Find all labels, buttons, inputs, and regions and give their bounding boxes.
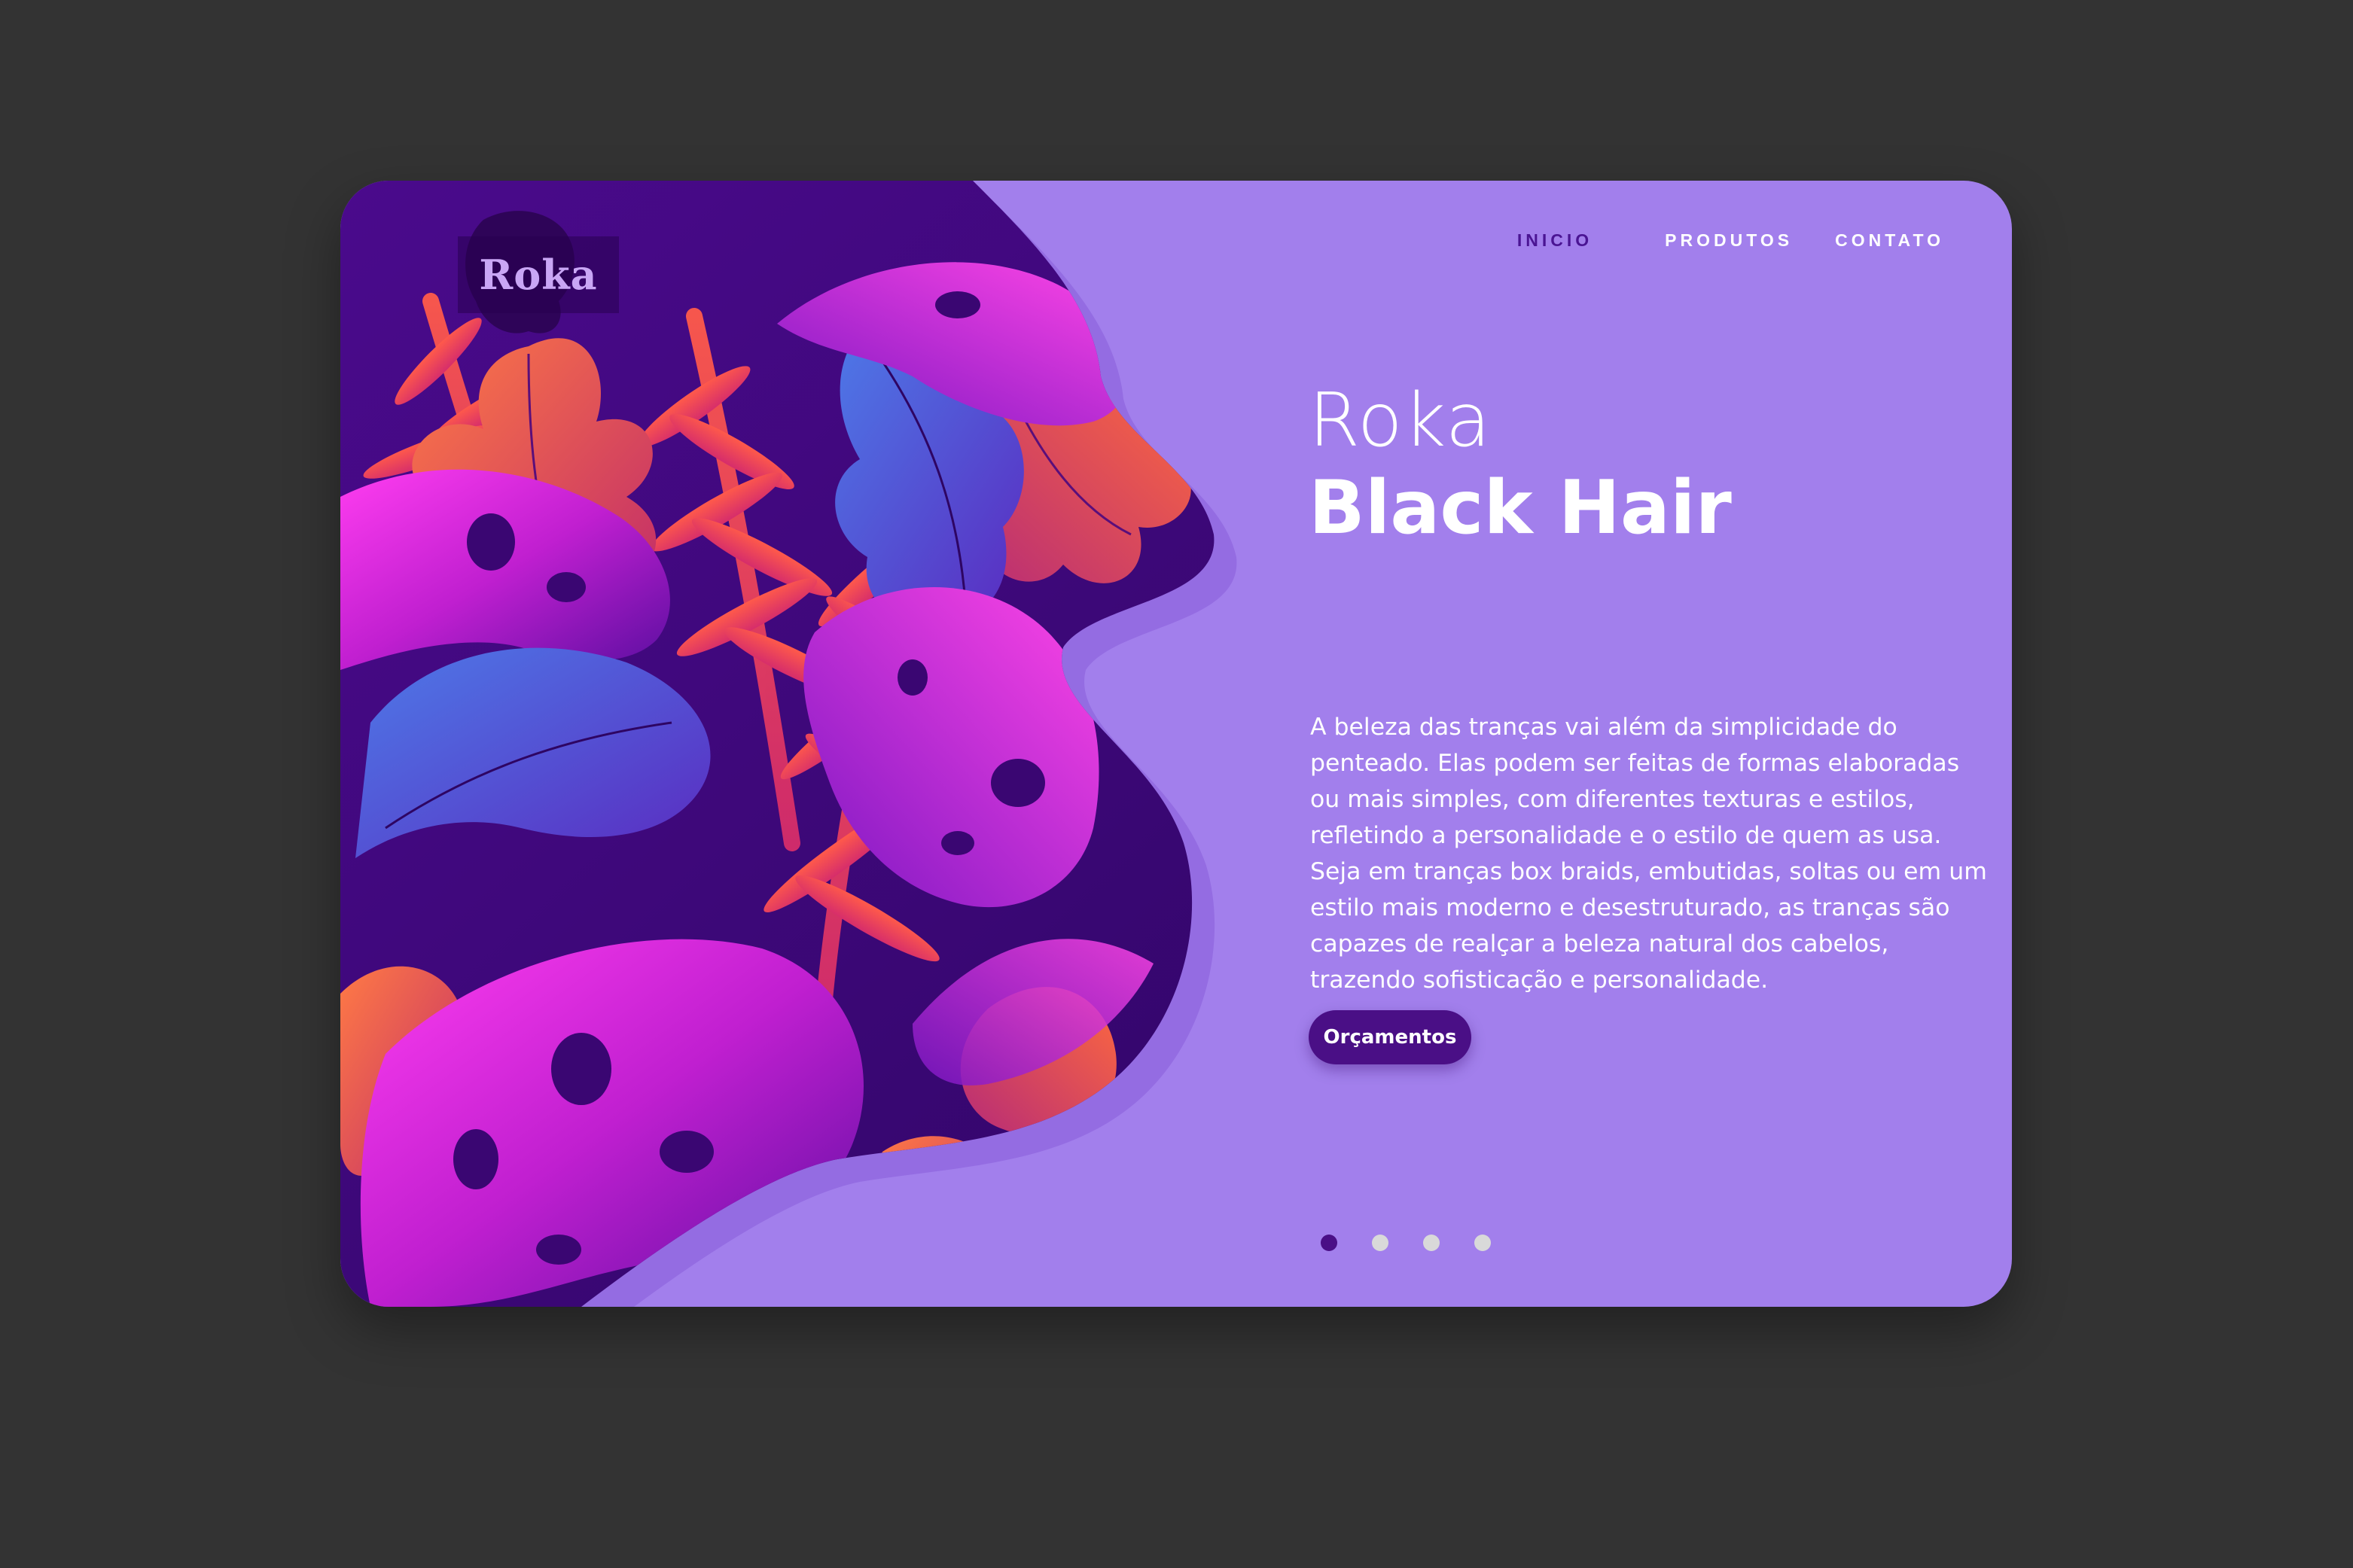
landing-card: Roka INICIO PRODUTOS CONTATO Roka Black … — [340, 181, 2012, 1307]
hero-title-line1: Roka — [1309, 378, 1492, 464]
hero-title-line2: Black Hair — [1309, 465, 1732, 551]
carousel-dot[interactable] — [1372, 1235, 1388, 1251]
top-nav: INICIO PRODUTOS CONTATO — [1475, 230, 1944, 251]
carousel-indicators — [1321, 1235, 1525, 1251]
logo-text: Roka — [479, 251, 598, 299]
logo[interactable]: Roka — [458, 236, 619, 313]
nav-item-inicio[interactable]: INICIO — [1517, 230, 1593, 251]
carousel-dot[interactable] — [1423, 1235, 1440, 1251]
hero-description: A beleza das tranças vai além da simplic… — [1310, 713, 1987, 994]
orcamentos-button[interactable]: Orçamentos — [1309, 1010, 1471, 1064]
nav-item-contato[interactable]: CONTATO — [1835, 230, 1944, 251]
nav-item-produtos[interactable]: PRODUTOS — [1665, 230, 1793, 251]
carousel-dot[interactable] — [1321, 1235, 1337, 1251]
carousel-dot[interactable] — [1474, 1235, 1491, 1251]
